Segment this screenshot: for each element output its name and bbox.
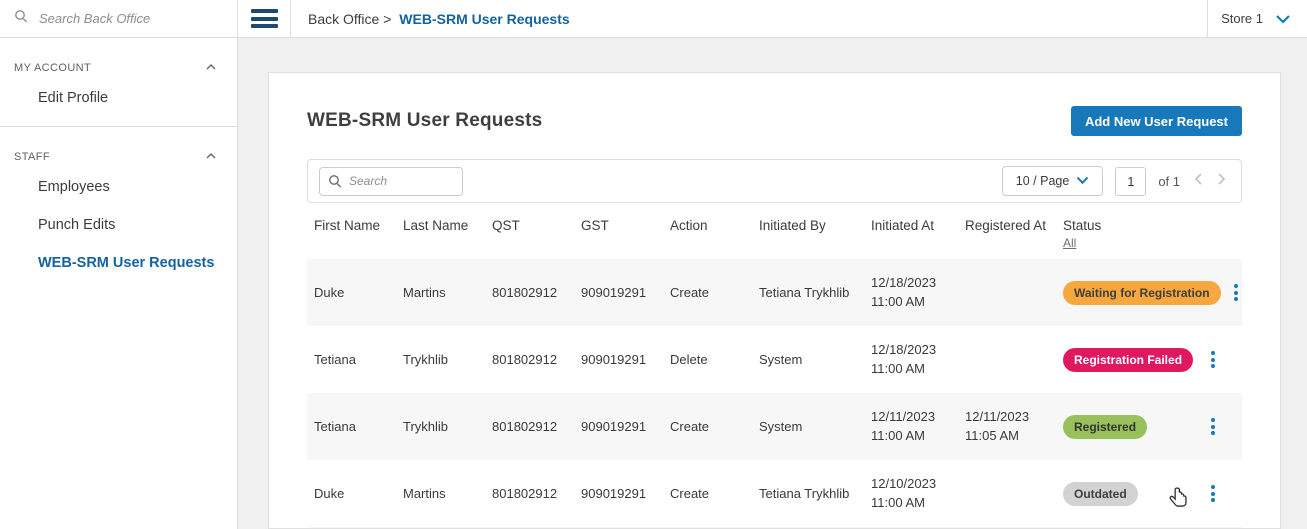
row-actions-kebab-button[interactable] [1221,278,1251,308]
next-page-icon[interactable] [1217,172,1226,191]
sidebar-item-employees[interactable]: Employees [0,168,237,206]
breadcrumb-current: WEB-SRM User Requests [399,10,570,27]
search-icon [14,9,28,28]
cell-status: Waiting for Registration [1056,280,1221,305]
hamburger-menu-icon[interactable] [251,9,278,28]
breadcrumb-root[interactable]: Back Office > [308,11,391,27]
cell-qst: 801802912 [492,419,558,434]
web-srm-user-requests-panel: WEB-SRM User Requests Add New User Reque… [268,72,1281,529]
cell-status: Registered [1056,414,1198,439]
cell-action: Delete [670,352,708,367]
cell-gst: 909019291 [581,285,647,300]
cell-initiated-at: 12/11/2023 11:00 AM [871,408,936,443]
cell-initiated-by: System [759,352,803,367]
sidebar-section-my-account[interactable]: MY ACCOUNT [0,57,237,79]
cell-gst: 909019291 [581,486,647,501]
status-badge: Registration Failed [1063,347,1194,372]
cell-initiated-at: 12/10/2023 11:00 AM [871,475,937,510]
row-actions-kebab-button[interactable] [1198,479,1228,509]
page-count-label: of 1 [1158,173,1180,189]
cell-initiated-at: 12/18/2023 11:00 AM [871,274,937,309]
column-header: QST [492,218,520,233]
column-header: Last Name [403,218,469,233]
cell-initiated-at: 12/18/2023 11:00 AM [871,341,937,376]
cell-action: Create [670,285,710,300]
status-header-label: Status [1063,218,1102,233]
row-actions-kebab-button[interactable] [1198,412,1228,442]
page-size-label: 10 / Page [1015,174,1070,188]
cell-qst: 801802912 [492,352,558,367]
cell-initiated-by: System [759,419,803,434]
cell-first-name: Tetiana [314,352,356,367]
table-toolbar: 10 / Page of 1 [307,159,1242,203]
sidebar-divider [0,126,237,127]
status-badge: Outdated [1063,481,1138,506]
cell-registered-at: 12/11/2023 11:05 AM [965,408,1030,443]
store-selector[interactable]: Store 1 [1195,0,1307,38]
column-header: Initiated At [871,218,935,233]
cell-last-name: Martins [403,486,446,501]
sidebar: MY ACCOUNT Edit Profile STAFF Employees … [0,0,238,529]
topbar: Back Office > WEB-SRM User Requests Stor… [238,0,1307,38]
column-header: First Name [314,218,381,233]
chevron-up-icon [205,62,217,74]
pagination-controls: 10 / Page of 1 [1001,166,1230,196]
chevron-up-icon [205,151,217,163]
cell-first-name: Tetiana [314,419,356,434]
breadcrumb: Back Office > WEB-SRM User Requests [308,11,570,27]
cell-last-name: Trykhlib [403,419,449,434]
column-header: Registered At [965,218,1047,233]
cell-status: Registration Failed [1056,347,1198,372]
table-row: Tetiana Trykhlib 801802912 909019291 Cre… [307,393,1242,460]
sidebar-item-web-srm-user-requests[interactable]: WEB-SRM User Requests [0,244,237,282]
section-title: STAFF [14,151,51,163]
chevron-down-icon [1076,174,1089,188]
cell-initiated-by: Tetiana Trykhlib [759,285,850,300]
table-row: Tetiana Trykhlib 801802912 909019291 Del… [307,326,1242,393]
cell-gst: 909019291 [581,352,647,367]
table-row: Duke Martins 801802912 909019291 Create … [307,259,1242,326]
page-size-dropdown[interactable]: 10 / Page [1001,166,1104,196]
cell-status: Outdated [1056,481,1198,506]
cell-gst: 909019291 [581,419,647,434]
card-header: WEB-SRM User Requests Add New User Reque… [307,106,1242,136]
column-header: Initiated By [759,218,826,233]
table-search[interactable] [319,166,463,196]
page-title: WEB-SRM User Requests [307,110,543,131]
cell-last-name: Trykhlib [403,352,449,367]
row-actions-kebab-button[interactable] [1198,345,1228,375]
column-header: Action [670,218,708,233]
store-selector-label: Store 1 [1221,11,1263,26]
section-title: MY ACCOUNT [14,62,92,74]
sidebar-item-edit-profile[interactable]: Edit Profile [0,79,237,117]
sidebar-search[interactable] [0,0,237,38]
chevron-down-icon[interactable] [1275,14,1291,24]
status-filter-all-link[interactable]: All [1063,236,1198,250]
previous-page-icon[interactable] [1194,172,1203,191]
sidebar-search-input[interactable] [37,10,223,27]
cell-action: Create [670,486,710,501]
cell-first-name: Duke [314,285,345,300]
cell-first-name: Duke [314,486,345,501]
cell-last-name: Martins [403,285,446,300]
sidebar-item-punch-edits[interactable]: Punch Edits [0,206,237,244]
page-number-input[interactable] [1115,166,1147,196]
search-icon [328,174,342,193]
add-new-user-request-button[interactable]: Add New User Request [1070,106,1242,136]
topbar-divider [290,0,291,38]
sidebar-section-staff[interactable]: STAFF [0,146,237,168]
status-badge: Waiting for Registration [1063,280,1221,305]
cell-qst: 801802912 [492,285,558,300]
cell-initiated-by: Tetiana Trykhlib [759,486,850,501]
page-nav [1194,172,1226,191]
cell-action: Create [670,419,710,434]
cell-qst: 801802912 [492,486,558,501]
column-header: GST [581,218,609,233]
table-header-row: First Name Last Name QST GST Action Init… [307,203,1242,259]
table-row: Duke Martins 801802912 909019291 Create … [307,460,1242,527]
status-badge: Registered [1063,414,1148,439]
column-header-status: Status All [1056,218,1198,250]
topbar-divider [1207,0,1209,38]
